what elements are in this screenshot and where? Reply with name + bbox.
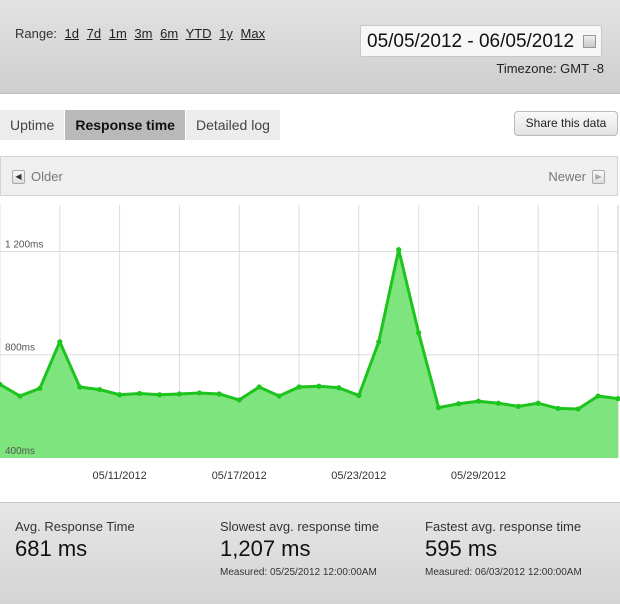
data-point	[316, 383, 322, 389]
range-1y-link[interactable]: 1y	[219, 26, 233, 41]
slowest-response-stat: Slowest avg. response time 1,207 ms Meas…	[220, 519, 379, 578]
range-ytd-link[interactable]: YTD	[186, 26, 212, 41]
avg-response-stat: Avg. Response Time 681 ms	[15, 519, 135, 562]
data-point	[575, 406, 581, 412]
stat-value: 681 ms	[15, 536, 88, 561]
data-point	[276, 393, 282, 399]
data-point	[376, 339, 382, 345]
range-label: Range:	[15, 26, 57, 41]
date-range-picker[interactable]: 05/05/2012 - 06/05/2012	[360, 25, 602, 57]
data-point	[216, 391, 222, 397]
x-tick-label: 05/11/2012	[92, 470, 146, 482]
data-point	[136, 390, 143, 397]
data-point	[535, 400, 541, 406]
tab-detailed-log[interactable]: Detailed log	[185, 110, 281, 140]
data-point	[455, 401, 462, 407]
period-navigation: ◀ Older Newer ▶	[0, 156, 618, 196]
data-point	[37, 385, 43, 391]
date-range-value: 05/05/2012 - 06/05/2012	[367, 31, 575, 52]
data-point	[236, 397, 242, 403]
range-1m-link[interactable]: 1m	[109, 26, 127, 41]
stat-measured: Measured: 05/25/2012 12:00:00AM	[220, 567, 377, 578]
response-line	[0, 248, 619, 411]
timezone-label: Timezone: GMT -8	[496, 61, 604, 76]
x-tick-label: 05/23/2012	[331, 470, 386, 482]
y-tick-label: 400ms	[5, 446, 35, 457]
data-point	[176, 391, 183, 397]
range-6m-link[interactable]: 6m	[160, 26, 178, 41]
older-label: Older	[31, 169, 63, 184]
stat-title: Slowest avg. response time	[220, 519, 379, 534]
stat-value: 595 ms	[425, 536, 498, 561]
range-bar: Range: 1d 7d 1m 3m 6m YTD 1y Max 05/05/2…	[0, 0, 620, 94]
range-selector: Range: 1d 7d 1m 3m 6m YTD 1y Max	[15, 26, 269, 41]
y-tick-label: 1 200ms	[5, 239, 43, 250]
stats-panel: Avg. Response Time 681 ms Slowest avg. r…	[0, 502, 620, 604]
older-button[interactable]: ◀ Older	[12, 169, 63, 184]
data-point	[356, 392, 362, 399]
data-point	[117, 392, 123, 398]
range-1d-link[interactable]: 1d	[65, 26, 79, 41]
range-3m-link[interactable]: 3m	[134, 26, 152, 41]
range-max-link[interactable]: Max	[241, 26, 266, 41]
stat-value: 1,207 ms	[220, 536, 311, 561]
newer-button[interactable]: Newer ▶	[548, 169, 605, 184]
data-point	[495, 400, 501, 406]
x-tick-label: 05/29/2012	[451, 470, 506, 482]
response-time-chart: 1 200ms 800ms 400ms 05/11/2012 05/17/2012 05/…	[0, 205, 620, 495]
fastest-response-stat: Fastest avg. response time 595 ms Measur…	[425, 519, 582, 578]
tab-bar: Uptime Response time Detailed log	[0, 110, 281, 140]
data-point	[515, 403, 521, 409]
data-point	[435, 405, 442, 411]
response-area	[0, 249, 618, 458]
share-data-button[interactable]: Share this data	[514, 111, 618, 136]
data-point	[296, 384, 302, 390]
data-point	[416, 330, 422, 336]
x-tick-label: 05/17/2012	[212, 470, 267, 482]
data-point	[475, 398, 482, 404]
data-point	[77, 384, 83, 390]
arrow-left-icon: ◀	[12, 169, 25, 184]
newer-label: Newer	[548, 169, 586, 184]
data-point	[17, 393, 23, 399]
data-point	[555, 405, 561, 412]
stat-title: Avg. Response Time	[15, 519, 135, 534]
data-point	[97, 386, 103, 393]
tab-response-time[interactable]: Response time	[65, 110, 186, 140]
data-point	[196, 390, 202, 396]
data-point	[156, 392, 163, 398]
data-point	[336, 385, 342, 391]
stat-title: Fastest avg. response time	[425, 519, 582, 534]
data-point	[57, 339, 63, 345]
calendar-icon[interactable]	[583, 35, 596, 48]
data-point	[595, 393, 601, 399]
stat-measured: Measured: 06/03/2012 12:00:00AM	[425, 567, 582, 578]
data-point	[396, 247, 402, 253]
y-tick-label: 800ms	[5, 343, 35, 354]
range-7d-link[interactable]: 7d	[87, 26, 101, 41]
tab-uptime[interactable]: Uptime	[0, 110, 66, 140]
arrow-right-icon: ▶	[592, 169, 605, 184]
data-point	[256, 384, 262, 390]
